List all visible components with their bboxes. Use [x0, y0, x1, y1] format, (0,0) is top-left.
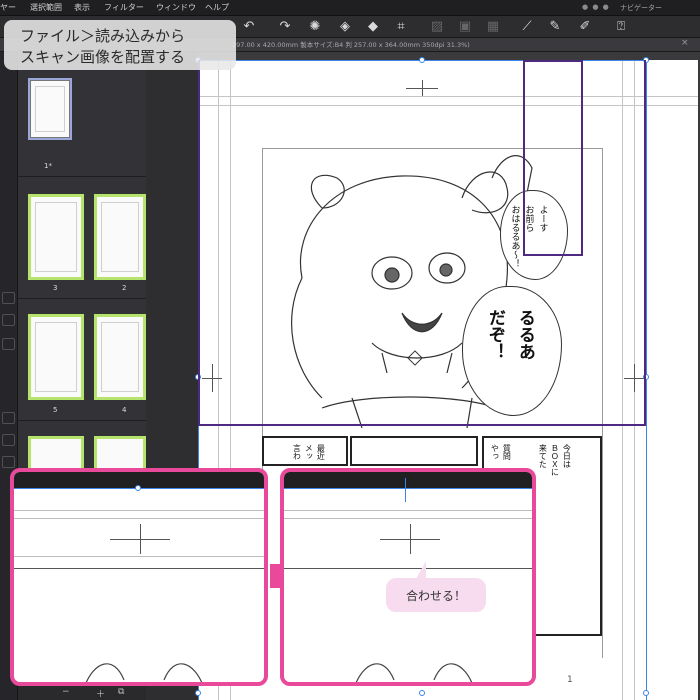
before-inset-register-mark: [110, 524, 170, 554]
callout-bubble: 合わせる！: [386, 578, 486, 612]
before-inset-guide: [14, 556, 264, 557]
menu-view[interactable]: 表示: [74, 2, 90, 13]
page-thumbnail-3[interactable]: [28, 194, 84, 280]
tool-icon-d[interactable]: [2, 412, 15, 424]
panel-b-line3: 来てた: [538, 444, 548, 468]
after-inset-alignment-line: [405, 478, 406, 502]
panel-b-line4: 質問: [502, 444, 512, 460]
page-label-4: 4: [122, 406, 127, 414]
special-ruler-snap-icon[interactable]: ✎: [546, 18, 564, 36]
duplicate-page-icon[interactable]: ⧉: [118, 687, 124, 697]
loading-spinner-icon[interactable]: ✺: [306, 18, 324, 36]
undo-icon[interactable]: ↶: [240, 18, 258, 36]
navigator-panel-title: ナビゲーター: [620, 4, 662, 12]
before-inset-frame-line: [14, 568, 264, 569]
page-panel-toolbar: − ＋ ⧉: [18, 686, 146, 700]
comic-panel-a: 最近 メッ 言わ: [262, 436, 348, 466]
page-label-2: 2: [122, 284, 127, 292]
redo-icon[interactable]: ↷: [276, 18, 294, 36]
after-inset-hands-sketch: [355, 663, 473, 682]
tutorial-caption-line2: スキャン画像を配置する: [20, 48, 186, 66]
fill-icon[interactable]: ◆: [364, 18, 382, 36]
invert-selection-icon[interactable]: ▣: [456, 18, 474, 36]
page-label-selected: 1*: [44, 162, 52, 170]
document-info: 297.00 x 420.00mm 製本サイズ:B4 判 257.00 x 36…: [232, 41, 470, 49]
menu-filter[interactable]: フィルター: [104, 2, 144, 13]
app-window: ヤー 選択範囲 表示 フィルター ウィンドウ ヘルプ ● ● ● ナビゲーター …: [0, 0, 700, 700]
clear-icon[interactable]: ◈: [336, 18, 354, 36]
help-icon[interactable]: ⍰: [612, 18, 630, 36]
after-inset-selection-line: [284, 488, 532, 489]
panel-b-line5: やっ: [490, 444, 500, 460]
comic-panel-middle: [350, 436, 478, 466]
before-inset-handle: [135, 485, 141, 491]
page-thumbnail-2[interactable]: [94, 194, 146, 280]
ruler-snap-icon[interactable]: ⟋: [518, 18, 536, 36]
before-inset-guide: [14, 510, 264, 511]
panel-b-line1: 今日は: [562, 444, 572, 468]
panel-a-line1: 最近: [316, 444, 326, 460]
tool-icon-b[interactable]: [2, 314, 15, 326]
page-thumbnail-1[interactable]: [28, 78, 72, 140]
transform-handle-bc[interactable]: [419, 690, 425, 696]
panel-a-line3: 言わ: [292, 444, 302, 460]
transform-box-right-edge[interactable]: [646, 60, 647, 700]
before-zoom-inset: [10, 468, 268, 686]
menu-layer[interactable]: ヤー: [0, 2, 16, 13]
callout-tail: [416, 561, 426, 579]
deselect-icon[interactable]: ▨: [428, 18, 446, 36]
panel-a-line2: メッ: [304, 444, 314, 460]
panel-window-controls-icon[interactable]: ● ● ●: [582, 3, 610, 11]
after-inset-dark-band: [284, 472, 532, 488]
page-label-5: 5: [53, 406, 58, 414]
crop-selection-icon[interactable]: ⌗: [392, 18, 410, 36]
menu-selection[interactable]: 選択範囲: [30, 2, 62, 13]
after-inset-guide: [284, 510, 532, 511]
tutorial-caption-line1: ファイル＞読み込みから: [20, 27, 186, 45]
remove-page-icon[interactable]: −: [62, 687, 70, 697]
close-tab-icon[interactable]: ×: [681, 38, 689, 48]
before-inset-guide: [14, 518, 264, 519]
trash-icon[interactable]: [2, 456, 15, 468]
page-thumbnail-4[interactable]: [94, 314, 146, 400]
tutorial-caption: ファイル＞読み込みから スキャン画像を配置する: [4, 20, 236, 70]
tool-icon-e[interactable]: [2, 434, 15, 446]
transform-handle-bl[interactable]: [195, 690, 201, 696]
after-inset-frame-line: [284, 568, 532, 569]
selection-display-icon[interactable]: ▦: [484, 18, 502, 36]
grid-snap-icon[interactable]: ✐: [576, 18, 594, 36]
after-inset-guide: [284, 518, 532, 519]
menu-help[interactable]: ヘルプ: [205, 2, 229, 13]
after-inset-register-mark: [380, 524, 440, 554]
page-number: 1: [567, 675, 573, 685]
page-thumbnail-5[interactable]: [28, 314, 84, 400]
tool-icon-c[interactable]: [2, 338, 15, 350]
callout-text: 合わせる！: [405, 589, 466, 603]
before-inset-hands-sketch: [85, 663, 203, 682]
storyboard-frame-main[interactable]: [198, 60, 646, 426]
page-label-3: 3: [53, 284, 58, 292]
after-zoom-inset: [280, 468, 536, 686]
tool-icon-a[interactable]: [2, 292, 15, 304]
add-page-icon[interactable]: ＋: [96, 687, 105, 700]
panel-b-line2: ＢＯＸに: [550, 444, 560, 476]
transform-handle-br[interactable]: [643, 690, 649, 696]
menu-window[interactable]: ウィンドウ: [156, 2, 196, 13]
menu-bar: ヤー 選択範囲 表示 フィルター ウィンドウ ヘルプ ● ● ● ナビゲーター: [0, 0, 700, 16]
